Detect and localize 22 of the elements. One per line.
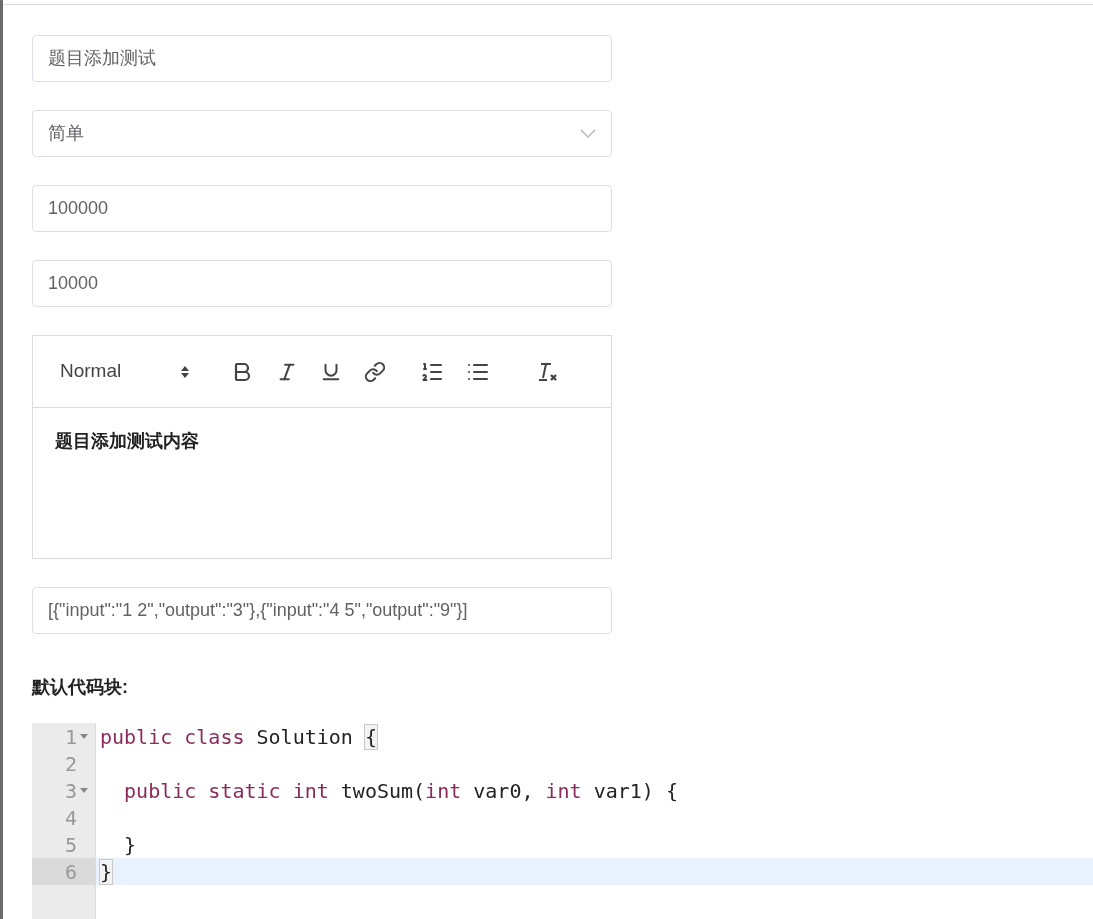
section-label: 默认代码块:	[32, 676, 129, 699]
line-number: 3	[64, 777, 77, 805]
time-limit-field[interactable]: 100000	[32, 185, 612, 232]
line-number: 6	[64, 858, 77, 886]
memory-limit-field[interactable]: 10000	[32, 260, 612, 307]
code-line: public static int twoSum(int var0, int var1) {	[123, 777, 678, 805]
title-field[interactable]: 题目添加测试	[32, 35, 612, 82]
code-editor[interactable]: 1 2 3 4 5 6 public class Solution { public static int twoSum(int var0, int var1) { } }	[32, 723, 1093, 919]
code-line: public class Solution {	[100, 723, 377, 751]
fold-caret-icon[interactable]	[80, 787, 88, 794]
line-number: 1	[64, 723, 77, 751]
difficulty-select[interactable]: 简单	[32, 110, 612, 157]
test-cases-field[interactable]: [{"input":"1 2","output":"3"},{"input":"4 5","output":"9"}]	[32, 587, 612, 634]
fold-caret-icon[interactable]	[80, 733, 88, 740]
line-number: 2	[64, 750, 77, 778]
line-number: 4	[64, 804, 77, 832]
format-select[interactable]: Normal	[60, 357, 190, 386]
editor-content[interactable]: 题目添加测试内容	[55, 428, 589, 455]
code-line: }	[123, 831, 137, 859]
chevron-down-icon	[580, 129, 596, 138]
link-icon[interactable]	[364, 360, 386, 383]
line-number: 5	[64, 831, 77, 859]
